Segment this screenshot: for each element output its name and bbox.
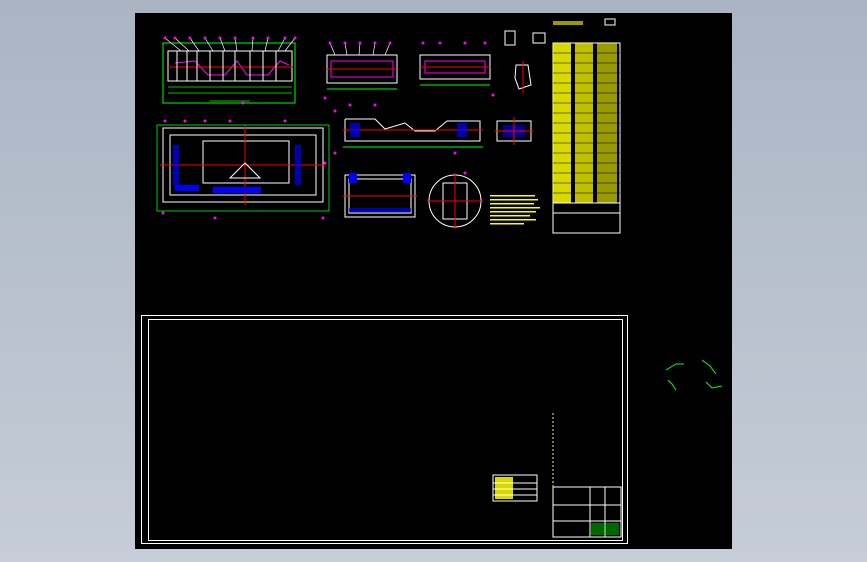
detail-small-top	[504, 30, 546, 93]
section-view-mid	[333, 103, 483, 175]
main-elevation-view	[162, 36, 297, 105]
side-view-b	[419, 41, 495, 97]
parts-list-table	[552, 18, 621, 234]
section-view-b	[321, 173, 417, 220]
plan-view	[156, 119, 330, 220]
technical-notes-block	[490, 195, 540, 225]
circle-detail	[427, 173, 483, 229]
side-view-a	[323, 41, 398, 100]
detail-right-small	[495, 117, 533, 145]
drawing-frame-inner	[148, 319, 623, 541]
drawing-canvas[interactable]	[135, 13, 732, 549]
viewport[interactable]	[0, 0, 867, 562]
